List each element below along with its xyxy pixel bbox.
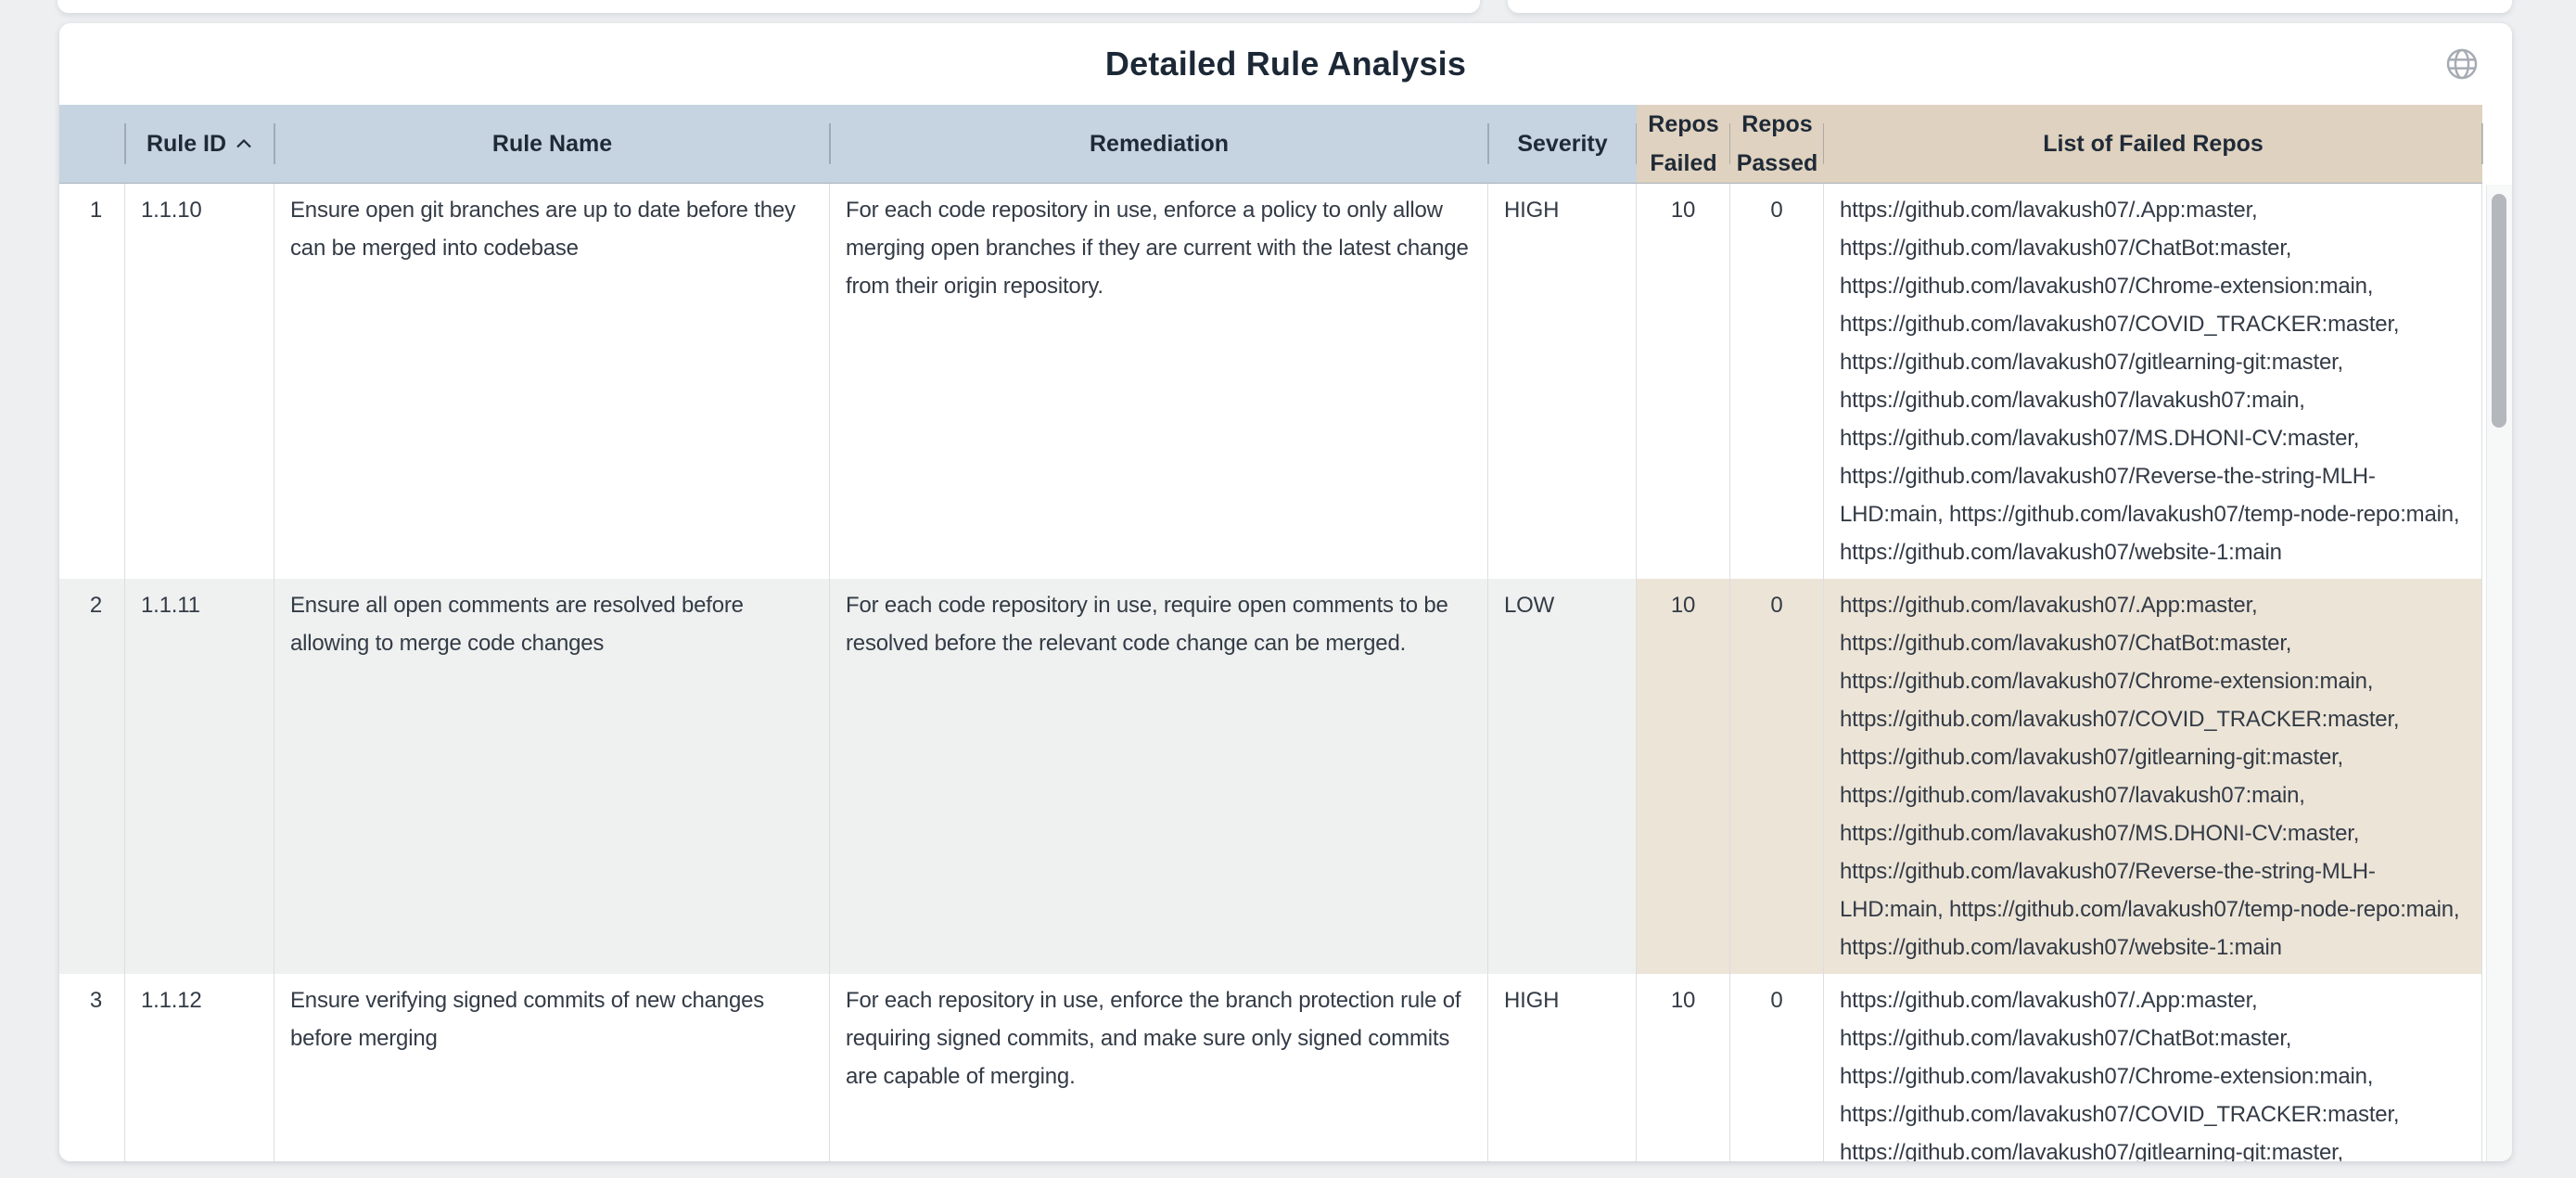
header-repos-failed[interactable]: Repos Failed [1637, 105, 1730, 183]
header-repos-passed[interactable]: Repos Passed [1730, 105, 1824, 183]
table-row: 3 1.1.12 Ensure verifying signed commits… [59, 974, 2482, 1161]
cell-repos-passed: 0 [1730, 974, 1824, 1161]
table-header-row: Rule ID Rule Name Remediation Severity R… [59, 105, 2482, 184]
cell-rule-name: Ensure open git branches are up to date … [274, 184, 830, 579]
page-title: Detailed Rule Analysis [1105, 45, 1466, 83]
cell-rule-name: Ensure all open comments are resolved be… [274, 579, 830, 974]
header-rule-id[interactable]: Rule ID [125, 105, 274, 183]
cell-repos-passed: 0 [1730, 579, 1824, 974]
cell-remediation: For each code repository in use, require… [830, 579, 1488, 974]
globe-icon[interactable] [2443, 45, 2480, 83]
cell-remediation: For each code repository in use, enforce… [830, 184, 1488, 579]
cell-row-index: 3 [59, 974, 125, 1161]
header-rule-name[interactable]: Rule Name [274, 105, 830, 183]
cell-repos-failed: 10 [1637, 184, 1730, 579]
cell-severity: HIGH [1488, 974, 1637, 1161]
scrollbar-thumb[interactable] [2492, 194, 2506, 428]
cell-failed-repos-list: https://github.com/lavakush07/.App:maste… [1824, 974, 2482, 1161]
cell-severity: HIGH [1488, 184, 1637, 579]
header-severity[interactable]: Severity [1488, 105, 1637, 183]
header-index [59, 105, 125, 183]
header-rule-id-label: Rule ID [147, 124, 226, 163]
sort-asc-icon [235, 137, 253, 150]
rule-table: Rule ID Rule Name Remediation Severity R… [59, 105, 2512, 1161]
table-body: 1 1.1.10 Ensure open git branches are up… [59, 184, 2482, 1161]
cell-failed-repos-list: https://github.com/lavakush07/.App:maste… [1824, 579, 2482, 974]
card-header: Detailed Rule Analysis [59, 23, 2512, 105]
cell-rule-id: 1.1.10 [125, 184, 274, 579]
cell-repos-failed: 10 [1637, 974, 1730, 1161]
detailed-rule-analysis-card: Detailed Rule Analysis Rule ID Rule Name… [59, 23, 2512, 1161]
cell-severity: LOW [1488, 579, 1637, 974]
table-row: 1 1.1.10 Ensure open git branches are up… [59, 184, 2482, 579]
previous-card-right-edge [1508, 0, 2512, 13]
cell-rule-name: Ensure verifying signed commits of new c… [274, 974, 830, 1161]
previous-card-left-edge [57, 0, 1480, 13]
cell-remediation: For each repository in use, enforce the … [830, 974, 1488, 1161]
cell-rule-id: 1.1.11 [125, 579, 274, 974]
cell-repos-failed: 10 [1637, 579, 1730, 974]
vertical-scrollbar[interactable] [2486, 185, 2512, 1161]
header-failed-repos-list[interactable]: List of Failed Repos [1824, 105, 2482, 183]
cell-failed-repos-list: https://github.com/lavakush07/.App:maste… [1824, 184, 2482, 579]
cell-row-index: 2 [59, 579, 125, 974]
cell-row-index: 1 [59, 184, 125, 579]
cell-rule-id: 1.1.12 [125, 974, 274, 1161]
header-remediation[interactable]: Remediation [830, 105, 1488, 183]
table-row: 2 1.1.11 Ensure all open comments are re… [59, 579, 2482, 974]
cell-repos-passed: 0 [1730, 184, 1824, 579]
